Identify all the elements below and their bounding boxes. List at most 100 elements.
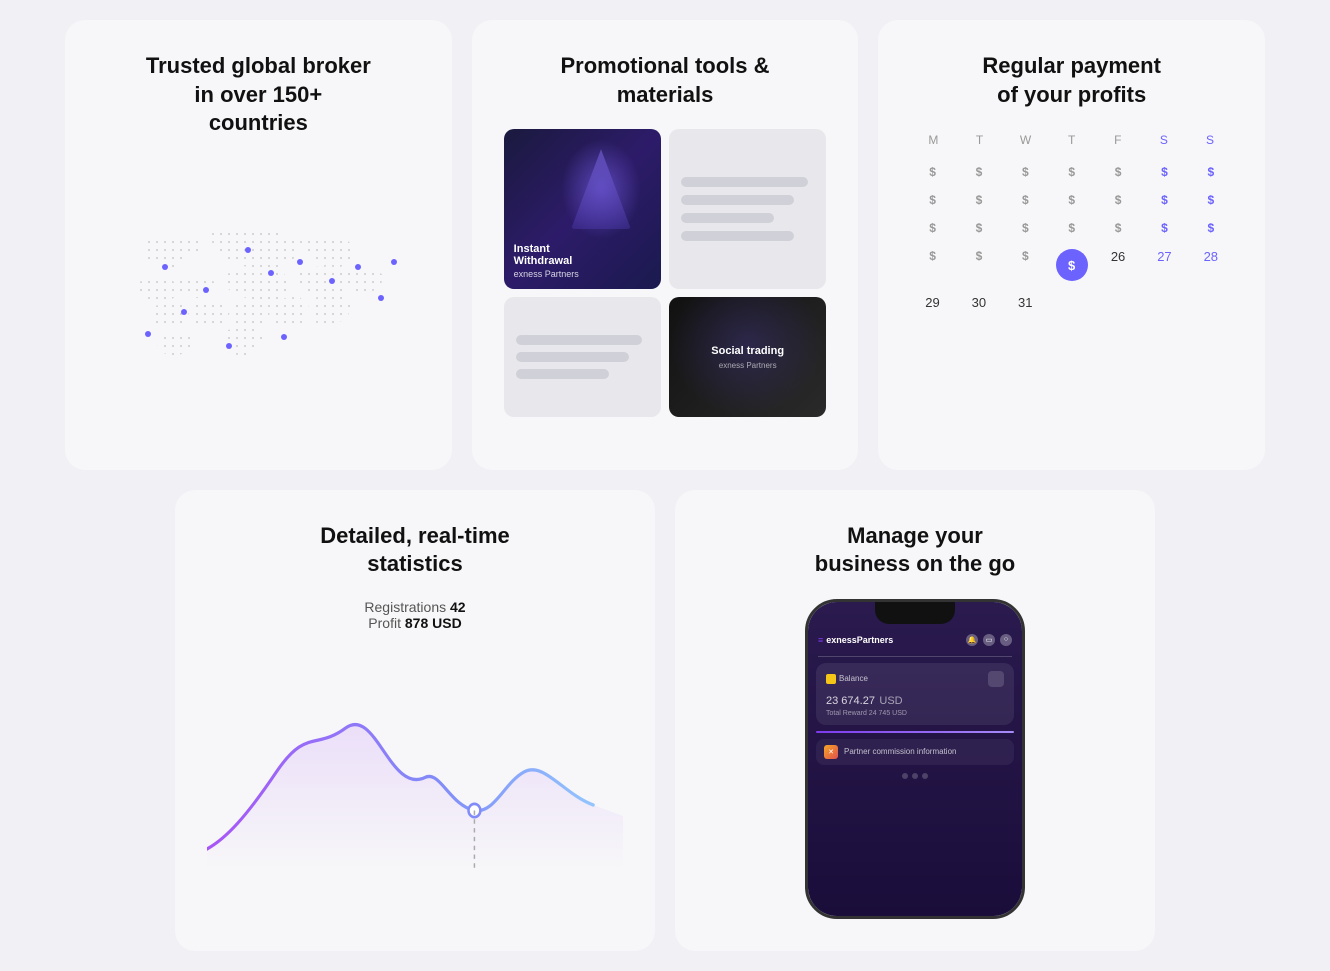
cal-cell: $: [957, 215, 1001, 241]
promo-line-6: [516, 352, 629, 362]
card-mobile: Manage your business on the go ≡ exnessP…: [675, 490, 1155, 951]
nav-dot: [922, 773, 928, 779]
social-trading-label: Social trading: [711, 345, 784, 357]
promo-lines-card: [669, 129, 826, 289]
calendar: M T W T F S S $ $ $ $ $ $ $: [910, 129, 1233, 316]
cal-cell: $: [1142, 187, 1186, 213]
phone-screen: ≡ exnessPartners 🔔 ▭ ○: [808, 602, 1022, 916]
balance-label: Balance: [826, 674, 868, 684]
balance-action[interactable]: [988, 671, 1004, 687]
card-promo: Promotional tools & materials Instant Wi…: [472, 20, 859, 470]
calendar-body: $ $ $ $ $ $ $ $ $ $ $ $ $ $ $: [910, 159, 1233, 316]
map-dot: [281, 334, 287, 340]
stats-info: Registrations 42 Profit 878 USD: [207, 599, 623, 631]
map-dot: [329, 278, 335, 284]
cal-cell: $: [1189, 215, 1233, 241]
cal-cell: $: [1142, 215, 1186, 241]
top-row: Trusted global broker in over 150+ count…: [65, 20, 1265, 470]
phone-accent-divider: [816, 731, 1014, 733]
promo-bottom-lines: [504, 297, 661, 417]
cal-cell: 30: [957, 289, 1001, 316]
promo-banner-withdrawal: Instant Withdrawal exness Partners: [504, 129, 661, 289]
cal-cell: $: [1096, 215, 1140, 241]
phone-icons: 🔔 ▭ ○: [966, 634, 1012, 646]
cal-cell: $: [910, 187, 954, 213]
cal-cell: $: [957, 243, 1001, 287]
phone-divider: [818, 656, 1012, 657]
promo-line-1: [681, 177, 808, 187]
cal-cell: $: [957, 187, 1001, 213]
chart-fill: [207, 724, 623, 871]
card-statistics: Detailed, real-time statistics Registrat…: [175, 490, 655, 951]
card-payment: Regular payment of your profits M T W T …: [878, 20, 1265, 470]
notif-icon: 🔔: [966, 634, 978, 646]
map-dots-overlay: [97, 158, 420, 438]
cal-cell: $: [1096, 159, 1140, 185]
promo-line-7: [516, 369, 609, 379]
cal-cell: $: [1189, 159, 1233, 185]
promo-line-2: [681, 195, 794, 205]
cal-cell: $: [1049, 187, 1093, 213]
profit-label: Profit: [368, 615, 401, 631]
balance-amount: 23 674.27 USD: [826, 691, 1004, 709]
exness-logo-small: exness Partners: [719, 361, 777, 370]
commission-card: ✕ Partner commission information: [816, 739, 1014, 765]
cal-cell: $: [910, 215, 954, 241]
registrations-label: Registrations: [364, 599, 446, 615]
wallet-icon: ▭: [983, 634, 995, 646]
card4-title: Detailed, real-time statistics: [207, 522, 623, 579]
world-map: [97, 158, 420, 438]
promo-line-4: [681, 231, 794, 241]
cal-cell: 31: [1003, 289, 1047, 316]
nav-dot: [912, 773, 918, 779]
phone-topbar: ≡ exnessPartners 🔔 ▭ ○: [808, 630, 1022, 650]
profit-value: 878 USD: [405, 615, 462, 631]
person-icon: ○: [1000, 634, 1012, 646]
promo-line-5: [516, 335, 643, 345]
balance-card: Balance 23 674.27 USD Total Reward 24 74…: [816, 663, 1014, 725]
card2-title: Promotional tools & materials: [504, 52, 827, 109]
phone-brand: exnessPartners: [826, 635, 893, 645]
cal-day-s1: S: [1141, 129, 1187, 151]
nav-dot: [902, 773, 908, 779]
map-dot: [162, 264, 168, 270]
map-dot: [355, 264, 361, 270]
card-global-broker: Trusted global broker in over 150+ count…: [65, 20, 452, 470]
bottom-row: Detailed, real-time statistics Registrat…: [65, 490, 1265, 951]
banner-logo: exness Partners: [514, 269, 579, 279]
cal-cell: $: [1003, 243, 1047, 287]
map-dot: [145, 331, 151, 337]
cal-cell-empty: [1142, 289, 1186, 316]
map-dot: [245, 247, 251, 253]
cal-day-t2: T: [1049, 129, 1095, 151]
cal-cell: $: [910, 159, 954, 185]
calendar-header: M T W T F S S: [910, 129, 1233, 151]
bottom-nav: [808, 773, 1022, 779]
map-dot: [268, 270, 274, 276]
cal-cell: $: [1189, 187, 1233, 213]
card1-title: Trusted global broker in over 150+ count…: [97, 52, 420, 138]
cal-cell: $: [1003, 187, 1047, 213]
map-dot: [181, 309, 187, 315]
cal-cell: $: [1049, 215, 1093, 241]
map-dot: [391, 259, 397, 265]
cal-day-m: M: [910, 129, 956, 151]
cal-cell: $: [910, 243, 954, 287]
cal-active-day: $: [1056, 249, 1088, 281]
registrations-value: 42: [450, 599, 466, 615]
cal-cell: $: [1142, 159, 1186, 185]
cal-cell: $: [1096, 187, 1140, 213]
cal-day-s2: S: [1187, 129, 1233, 151]
map-dot: [378, 295, 384, 301]
cal-cell: 27: [1142, 243, 1186, 287]
promo-line-3: [681, 213, 774, 223]
cal-cell: 28: [1189, 243, 1233, 287]
promo-grid: Instant Withdrawal exness Partners S: [504, 129, 827, 417]
cal-cell: $: [1003, 215, 1047, 241]
card3-title: Regular payment of your profits: [910, 52, 1233, 109]
page-container: Trusted global broker in over 150+ count…: [65, 0, 1265, 971]
cal-cell: $: [1003, 159, 1047, 185]
promo-banner-social: Social trading exness Partners: [669, 297, 826, 417]
banner-withdrawal-text: Instant Withdrawal: [514, 243, 579, 267]
chart-container: [207, 651, 623, 871]
